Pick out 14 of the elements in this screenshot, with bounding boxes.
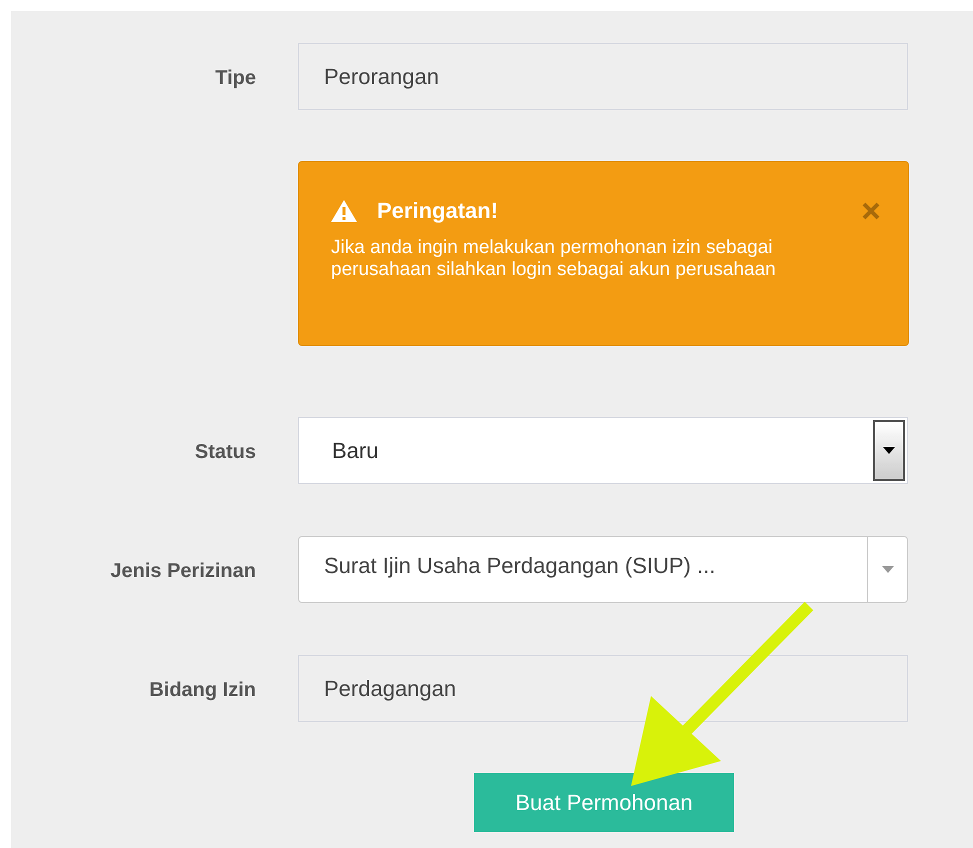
readonly-field[interactable]: Perorangan — [298, 43, 908, 110]
dropdown-button[interactable] — [873, 420, 905, 481]
warning-icon — [331, 200, 357, 222]
alert-title: Peringatan! — [377, 197, 498, 225]
caret-icon — [882, 566, 894, 573]
field-label: Bidang Izin — [149, 678, 256, 703]
field-label: Jenis Perizinan — [110, 559, 256, 584]
status-select[interactable]: Baru — [298, 417, 908, 484]
caret-icon — [883, 447, 895, 454]
field-label: Status — [194, 440, 256, 465]
readonly-field[interactable]: Perdagangan — [298, 655, 908, 722]
permit-type-select[interactable]: Surat Ijin Usaha Perdagangan (SIUP) ... — [298, 536, 908, 603]
field-label: Tipe — [215, 66, 256, 91]
alert-message: Jika anda ingin melakukan permohonan izin sebagai perusahaan silahkan login sebagai akun perusahaan — [331, 237, 777, 281]
